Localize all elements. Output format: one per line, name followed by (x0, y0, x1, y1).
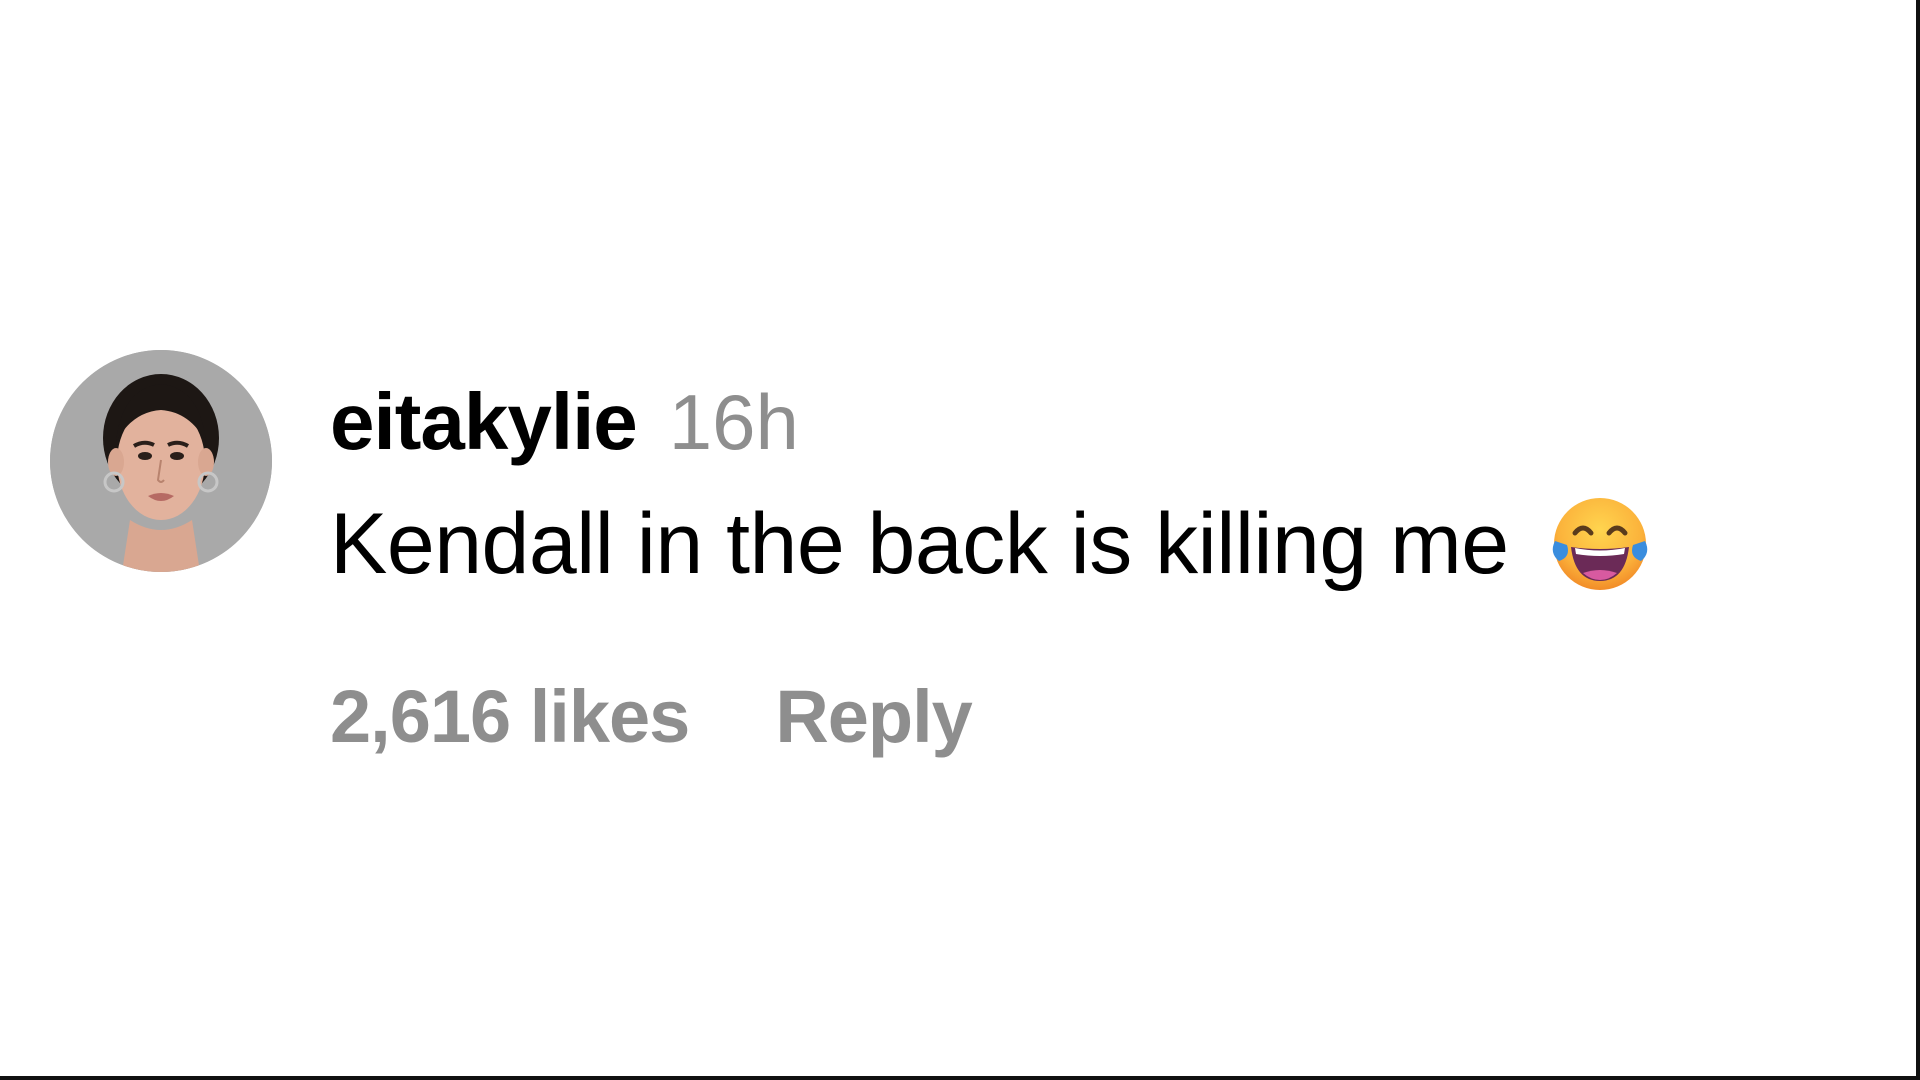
username[interactable]: eitakylie (330, 376, 638, 468)
avatar[interactable] (50, 350, 272, 572)
comment-actions: 2,616 likes Reply (330, 674, 1653, 759)
profile-photo-icon (50, 350, 272, 572)
comment-content: Kendall in the back is killing me (330, 494, 1653, 594)
timestamp: 16h (668, 378, 799, 466)
comment-item: eitakylie 16h Kendall in the back is kil… (50, 350, 1653, 759)
comment-header: eitakylie 16h (330, 376, 1653, 466)
comment-body: eitakylie 16h Kendall in the back is kil… (330, 350, 1653, 759)
comment-panel: eitakylie 16h Kendall in the back is kil… (0, 0, 1920, 1080)
likes-count[interactable]: 2,616 likes (330, 674, 690, 759)
comment-text: Kendall in the back is killing me (330, 495, 1509, 592)
reply-button[interactable]: Reply (775, 674, 973, 759)
face-with-tears-of-joy-icon (1552, 498, 1647, 590)
